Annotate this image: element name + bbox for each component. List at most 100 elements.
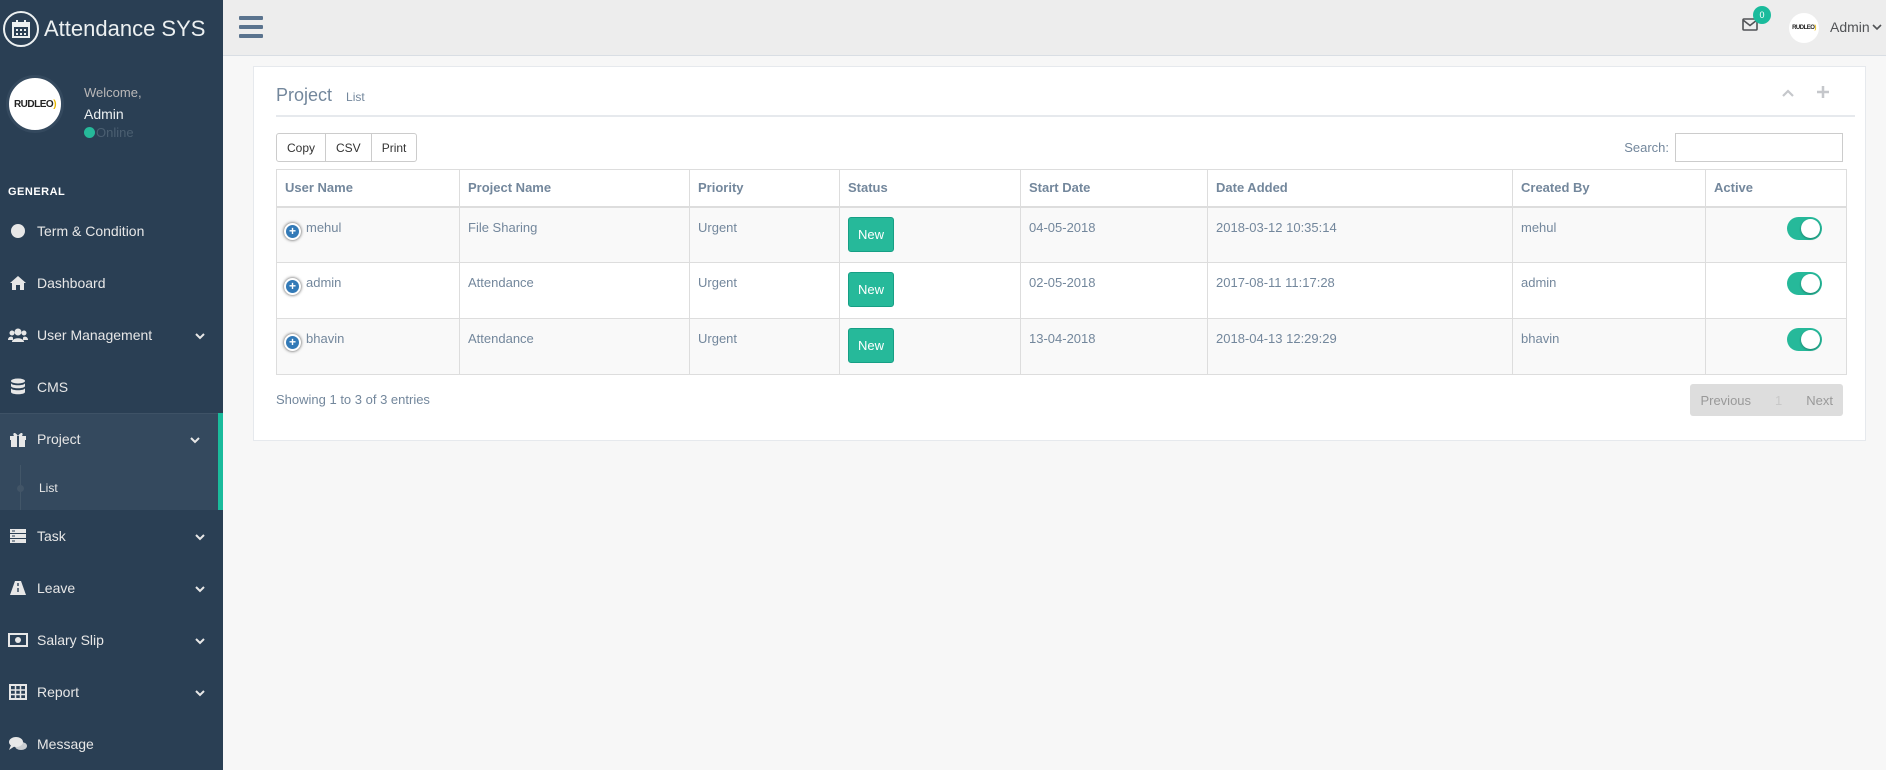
panel-divider bbox=[276, 115, 1855, 117]
sidebar-item-label: Term & Condition bbox=[37, 223, 145, 239]
collapse-icon[interactable] bbox=[1781, 85, 1795, 103]
user-dropdown[interactable]: Admin bbox=[1830, 19, 1882, 35]
search-input[interactable] bbox=[1675, 133, 1843, 162]
column-header-date-added[interactable]: Date Added bbox=[1207, 169, 1513, 208]
panel-tools bbox=[1781, 85, 1829, 103]
status-badge[interactable]: New bbox=[848, 328, 895, 363]
print-button[interactable]: Print bbox=[370, 133, 418, 162]
status-badge[interactable]: New bbox=[848, 216, 895, 252]
csv-button[interactable]: CSV bbox=[325, 133, 372, 162]
chevron-down-icon bbox=[195, 632, 205, 648]
pagination: Previous 1 Next bbox=[1690, 384, 1843, 416]
user-name-text: mehul bbox=[306, 219, 342, 235]
brand[interactable]: Attendance SYS bbox=[0, 0, 223, 57]
column-header-project-name[interactable]: Project Name bbox=[459, 169, 690, 208]
cell-status: New bbox=[839, 206, 1021, 263]
gift-icon bbox=[8, 430, 28, 448]
sidebar-item-task[interactable]: Task bbox=[0, 510, 223, 562]
cell-created-by: mehul bbox=[1512, 206, 1706, 263]
status-badge[interactable]: New bbox=[848, 272, 895, 307]
sidebar-item-label: Message bbox=[37, 736, 94, 752]
sidebar-item-project[interactable]: Project bbox=[0, 413, 223, 465]
cell-start-date: 02-05-2018 bbox=[1020, 262, 1208, 319]
menu-section-title: GENERAL bbox=[8, 186, 66, 198]
add-icon[interactable] bbox=[1817, 85, 1829, 103]
cell-status: New bbox=[839, 262, 1021, 319]
sidebar-item-cms[interactable]: CMS bbox=[0, 361, 223, 413]
project-table: User Name Project Name Priority Status S… bbox=[276, 169, 1847, 375]
sidebar-item-label: Project bbox=[37, 431, 81, 447]
cell-project-name: Attendance bbox=[459, 318, 690, 375]
cell-priority: Urgent bbox=[689, 262, 840, 319]
export-buttons: Copy CSV Print bbox=[276, 133, 418, 162]
sidebar-item-label: Salary Slip bbox=[37, 632, 104, 648]
menu-toggle-icon[interactable] bbox=[239, 16, 263, 38]
cell-status: New bbox=[839, 318, 1021, 375]
page-subtitle: List bbox=[346, 90, 365, 104]
column-header-active[interactable]: Active bbox=[1705, 169, 1847, 208]
table-header-row: User Name Project Name Priority Status S… bbox=[276, 169, 1847, 208]
page-title: Project bbox=[276, 85, 333, 105]
sidebar-item-leave[interactable]: Leave bbox=[0, 562, 223, 614]
chevron-down-icon bbox=[195, 684, 205, 700]
user-name: Admin bbox=[1830, 19, 1870, 35]
next-button[interactable]: Next bbox=[1796, 384, 1843, 416]
chevron-down-icon bbox=[1872, 23, 1882, 30]
logo: RUDLEO) bbox=[1792, 25, 1816, 31]
expand-row-icon[interactable]: + bbox=[284, 278, 301, 295]
cell-active bbox=[1705, 318, 1847, 375]
active-toggle[interactable] bbox=[1787, 328, 1822, 351]
users-icon bbox=[8, 326, 28, 344]
cell-date-added: 2018-03-12 10:35:14 bbox=[1207, 206, 1513, 263]
copy-button[interactable]: Copy bbox=[276, 133, 327, 162]
chevron-down-icon bbox=[195, 580, 205, 596]
profile-name: Admin bbox=[84, 106, 124, 122]
database-icon bbox=[8, 378, 28, 396]
cell-user-name: + bhavin bbox=[276, 318, 460, 375]
cell-start-date: 04-05-2018 bbox=[1020, 206, 1208, 263]
sidebar-item-salary-slip[interactable]: Salary Slip bbox=[0, 614, 223, 666]
cell-date-added: 2017-08-11 11:17:28 bbox=[1207, 262, 1513, 319]
expand-row-icon[interactable]: + bbox=[284, 334, 301, 351]
table-icon bbox=[8, 683, 28, 701]
cell-user-name: + admin bbox=[276, 262, 460, 319]
column-header-priority[interactable]: Priority bbox=[689, 169, 840, 208]
welcome-text: Welcome, bbox=[84, 85, 142, 100]
sidebar-item-dashboard[interactable]: Dashboard bbox=[0, 257, 223, 309]
online-label: Online bbox=[96, 125, 134, 140]
cell-created-by: bhavin bbox=[1512, 318, 1706, 375]
column-header-created-by[interactable]: Created By bbox=[1512, 169, 1706, 208]
server-icon bbox=[8, 527, 28, 545]
sidebar-item-user-management[interactable]: User Management bbox=[0, 309, 223, 361]
previous-button[interactable]: Previous bbox=[1690, 384, 1761, 416]
expand-row-icon[interactable]: + bbox=[284, 222, 301, 240]
active-toggle[interactable] bbox=[1787, 272, 1822, 295]
topbar: 0 RUDLEO) Admin bbox=[223, 0, 1886, 56]
sidebar-item-report[interactable]: Report bbox=[0, 666, 223, 718]
cell-date-added: 2018-04-13 12:29:29 bbox=[1207, 318, 1513, 375]
user-name-text: bhavin bbox=[306, 331, 345, 346]
sidebar-item-label: Leave bbox=[37, 580, 76, 596]
column-header-start-date[interactable]: Start Date bbox=[1020, 169, 1208, 208]
circle-icon bbox=[8, 222, 28, 240]
submenu-item-list[interactable]: List bbox=[39, 481, 58, 495]
online-dot-icon bbox=[84, 127, 95, 138]
submenu-project: List bbox=[0, 465, 223, 510]
column-header-status[interactable]: Status bbox=[839, 169, 1021, 208]
profile-info: Welcome, Admin Online bbox=[84, 85, 142, 140]
page-number[interactable]: 1 bbox=[1761, 384, 1796, 416]
profile-avatar: RUDLEO) bbox=[6, 75, 64, 133]
mail-count-badge: 0 bbox=[1753, 6, 1771, 24]
cell-priority: Urgent bbox=[689, 318, 840, 375]
calendar-icon bbox=[3, 10, 39, 47]
user-name-text: admin bbox=[306, 275, 342, 290]
cell-user-name: + mehul bbox=[276, 206, 460, 263]
search-label: Search: bbox=[1624, 140, 1669, 155]
cell-start-date: 13-04-2018 bbox=[1020, 318, 1208, 375]
sidebar-item-term-condition[interactable]: Term & Condition bbox=[0, 205, 223, 257]
active-toggle[interactable] bbox=[1787, 216, 1822, 240]
sidebar-item-label: User Management bbox=[37, 327, 153, 343]
user-avatar[interactable]: RUDLEO) bbox=[1789, 13, 1819, 43]
column-header-user-name[interactable]: User Name bbox=[276, 169, 460, 208]
sidebar-item-message[interactable]: Message bbox=[0, 718, 223, 770]
